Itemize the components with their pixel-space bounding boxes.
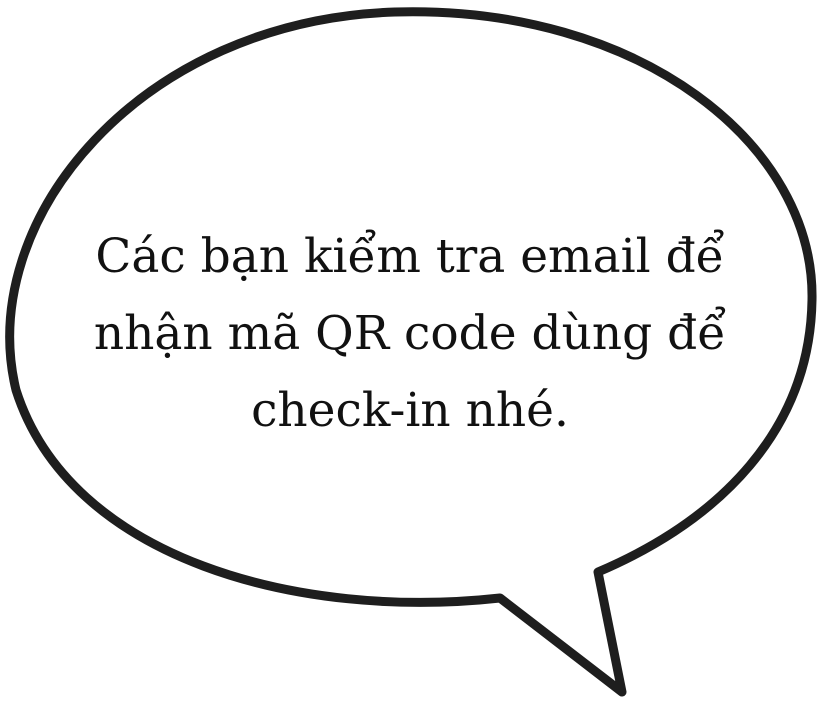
speech-bubble-message: Các bạn kiểm tra email để nhận mã QR cod… <box>90 218 730 449</box>
message-line-2: nhận mã QR code dùng để <box>93 306 727 361</box>
message-line-3: check-in nhé. <box>251 383 569 438</box>
message-line-1: Các bạn kiểm tra email để <box>95 229 725 284</box>
speech-bubble-canvas: Các bạn kiểm tra email để nhận mã QR cod… <box>0 0 820 702</box>
